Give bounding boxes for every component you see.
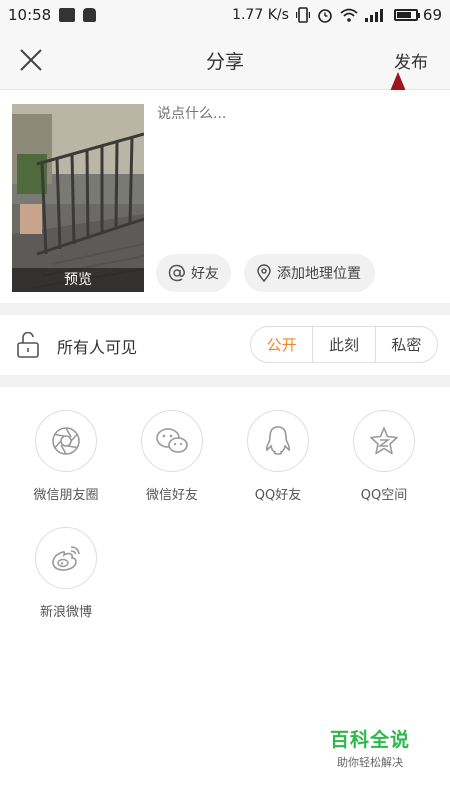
location-pin-icon [257,264,271,282]
share-weibo[interactable]: 新浪微博 [16,527,116,620]
share-label: 微信朋友圈 [33,488,99,503]
share-qzone[interactable]: QQ空间 [334,410,434,503]
compose-area: 预览 好友 添加地理位置 [0,90,450,303]
section-divider [0,375,450,387]
alarm-icon [318,9,332,23]
visibility-option-private[interactable]: 私密 [374,327,437,362]
preview-label: 预览 [12,268,144,292]
visibility-label: 所有人可见 [57,338,138,357]
image-notification-icon [59,8,76,22]
battery-indicator: 69 [393,6,442,24]
mention-label: 好友 [191,266,219,282]
vibrate-icon [295,7,310,23]
weibo-icon [52,546,80,571]
visibility-option-public[interactable]: 公开 [251,327,312,362]
photo-thumbnail [12,104,144,292]
visibility-selector: 公开 此刻 私密 [250,326,438,363]
watermark-logo: 百科全说 助你轻松解决 [330,725,410,770]
add-location-button[interactable]: 添加地理位置 [244,254,375,292]
share-wechat-moments[interactable]: 微信朋友圈 [16,410,116,503]
photo-preview[interactable]: 预览 [12,104,144,292]
section-divider [0,303,450,315]
share-wechat-friend[interactable]: 微信好友 [122,410,222,503]
network-speed: 1.77 K/s [232,7,289,23]
mention-friends-button[interactable]: 好友 [156,254,231,292]
signal-icon [364,9,383,22]
share-label: QQ空间 [360,488,408,503]
share-qq-friend[interactable]: QQ好友 [228,410,328,503]
qq-icon [265,426,291,455]
wechat-moments-icon [52,427,80,455]
unlock-icon [17,332,39,358]
at-icon [168,264,186,282]
share-targets: 微信朋友圈 微信好友 QQ好友 QQ空间 新浪微博 百科全说 助你轻松解决 [0,387,450,800]
location-label: 添加地理位置 [277,266,361,282]
wifi-icon [340,8,358,22]
post-text-input[interactable] [157,106,437,122]
status-bar: 10:58 1.77 K/s 69 [0,0,450,30]
share-label: 新浪微博 [39,605,92,620]
watermark-title: 百科全说 [329,729,410,751]
notification-icon [83,8,97,22]
wechat-icon [156,428,188,453]
privacy-row: 所有人可见 公开 此刻 私密 [0,315,450,375]
battery-level: 69 [422,6,442,24]
qzone-icon [370,427,398,455]
share-label: 微信好友 [145,488,198,503]
battery-icon [393,9,418,21]
status-time: 10:58 [8,6,52,24]
watermark-subtitle: 助你轻松解决 [336,756,403,769]
visibility-option-moment[interactable]: 此刻 [312,327,374,362]
share-label: QQ好友 [254,488,302,503]
